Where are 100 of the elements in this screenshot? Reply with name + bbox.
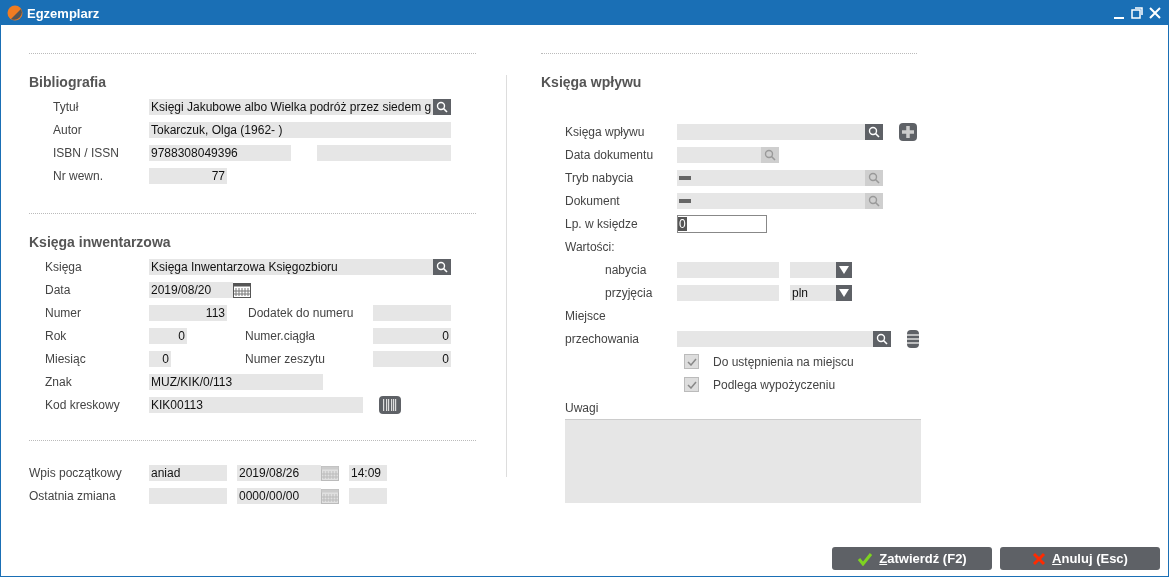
- field-label: Numer zeszytu: [244, 351, 327, 366]
- field-label: Data: [45, 282, 72, 297]
- search-icon: [436, 100, 448, 113]
- window-title: Egzemplarz: [27, 5, 101, 21]
- field-label: Rok: [45, 328, 68, 343]
- text-field[interactable]: Księga Inwentarzowa Księgozbioru: [149, 258, 433, 275]
- text-field[interactable]: 2019/08/20: [149, 281, 233, 298]
- field-label: nabycia: [605, 262, 648, 277]
- field-label: Wartości:: [565, 239, 616, 254]
- field-label: Kod kreskowy: [45, 397, 121, 412]
- caret-icon: [839, 265, 849, 274]
- restore-icon[interactable]: [1130, 6, 1144, 20]
- text-field[interactable]: [677, 146, 761, 163]
- text-field[interactable]: [677, 261, 779, 278]
- text-field[interactable]: 113: [149, 304, 227, 321]
- search-button[interactable]: [433, 98, 451, 115]
- text-field[interactable]: Księgi Jakubowe albo Wielka podróż przez siedem g: [149, 98, 433, 115]
- text-field[interactable]: 0: [373, 350, 451, 367]
- text-field[interactable]: 9788308049396: [149, 144, 291, 161]
- checkbox-label: Podlega wypożyczeniu: [713, 377, 837, 392]
- text-field[interactable]: [349, 487, 387, 504]
- search-button[interactable]: [865, 123, 883, 140]
- search-button[interactable]: [873, 330, 891, 347]
- text-field[interactable]: [677, 123, 865, 140]
- field-label: Data dokumentu: [565, 147, 655, 162]
- section-heading: Księga wpływu: [541, 74, 643, 90]
- field-label: Uwagi: [565, 400, 600, 415]
- field-label: Lp. w księdze: [565, 216, 639, 231]
- text-field[interactable]: 0: [149, 327, 187, 344]
- field-label: Wpis początkowy: [29, 465, 123, 480]
- check-icon: [686, 380, 697, 389]
- check-icon: [686, 357, 697, 366]
- field-label: przechowania: [565, 331, 641, 346]
- dash-icon: [679, 198, 691, 203]
- text-field[interactable]: 14:09: [349, 464, 387, 481]
- search-button[interactable]: [433, 258, 451, 275]
- field-label: Miesiąc: [45, 351, 87, 366]
- checkbox[interactable]: [684, 377, 699, 392]
- text-field[interactable]: [677, 284, 779, 301]
- calendar-icon[interactable]: [233, 281, 251, 298]
- field-label: Numer.ciągła: [244, 328, 317, 343]
- field-label: Tytuł: [53, 99, 80, 114]
- search-icon: [868, 194, 880, 207]
- text-field[interactable]: [317, 144, 451, 161]
- checkbox[interactable]: [684, 354, 699, 369]
- field-label: Księga: [45, 259, 83, 274]
- search-icon: [436, 260, 448, 273]
- checkbox-label: Do ustępnienia na miejscu: [713, 354, 855, 369]
- section-heading: Bibliografia: [29, 74, 107, 90]
- dropdown-button[interactable]: [836, 261, 852, 278]
- text-field[interactable]: [790, 261, 836, 278]
- text-field[interactable]: MUZ/KIK/0/113: [149, 373, 323, 390]
- text-field[interactable]: 0: [149, 350, 171, 367]
- search-icon: [876, 332, 888, 345]
- text-field[interactable]: KIK00113: [149, 396, 363, 413]
- barcode-icon: [383, 398, 397, 411]
- notes-field[interactable]: [565, 419, 921, 503]
- search-icon: [764, 148, 776, 161]
- field-label: Ostatnia zmiana: [29, 488, 117, 503]
- app-logo-icon: [7, 5, 23, 21]
- field-label: ISBN / ISSN: [53, 145, 121, 160]
- add-button[interactable]: [899, 122, 917, 141]
- section-heading: Księga inwentarzowa: [29, 234, 172, 250]
- plus-icon: [902, 125, 914, 138]
- text-field[interactable]: pln: [790, 284, 836, 301]
- field-label: Dokument: [565, 193, 621, 208]
- field-label: przyjęcia: [605, 285, 654, 300]
- cancel-button[interactable]: Anuluj (Esc): [1000, 547, 1160, 570]
- check-icon: [857, 551, 874, 566]
- text-field[interactable]: [373, 304, 451, 321]
- text-field[interactable]: aniad: [149, 464, 227, 481]
- confirm-button[interactable]: Zatwierdź (F2): [832, 547, 992, 570]
- text-field[interactable]: [677, 192, 865, 209]
- field-label: Znak: [45, 374, 73, 389]
- field-label: Numer: [45, 305, 82, 320]
- close-icon: [1032, 551, 1047, 566]
- caret-icon: [839, 288, 849, 297]
- text-field[interactable]: [149, 487, 227, 504]
- field-label: Miejsce: [565, 308, 607, 323]
- dash-icon: [679, 175, 691, 180]
- text-field[interactable]: 2019/08/26: [237, 464, 321, 481]
- text-field[interactable]: 77: [149, 167, 227, 184]
- menu-icon: [907, 333, 919, 344]
- field-label: Tryb nabycia: [565, 170, 635, 185]
- list-button[interactable]: [907, 329, 919, 348]
- field-label: Autor: [53, 122, 83, 137]
- field-label: Nr wewn.: [53, 168, 104, 183]
- text-field[interactable]: 0: [677, 214, 767, 233]
- text-field[interactable]: [677, 169, 865, 186]
- text-field[interactable]: Tokarczuk, Olga (1962- ): [149, 121, 451, 138]
- dropdown-button[interactable]: [836, 284, 852, 301]
- text-field[interactable]: 0000/00/00: [237, 487, 321, 504]
- field-label: Dodatek do numeru: [247, 305, 355, 320]
- field-label: Księga wpływu: [565, 124, 646, 139]
- barcode-button[interactable]: [379, 395, 401, 414]
- close-icon[interactable]: [1148, 6, 1162, 20]
- search-icon: [868, 171, 880, 184]
- text-field[interactable]: [677, 330, 873, 347]
- search-icon: [868, 125, 880, 138]
- text-field[interactable]: 0: [373, 327, 451, 344]
